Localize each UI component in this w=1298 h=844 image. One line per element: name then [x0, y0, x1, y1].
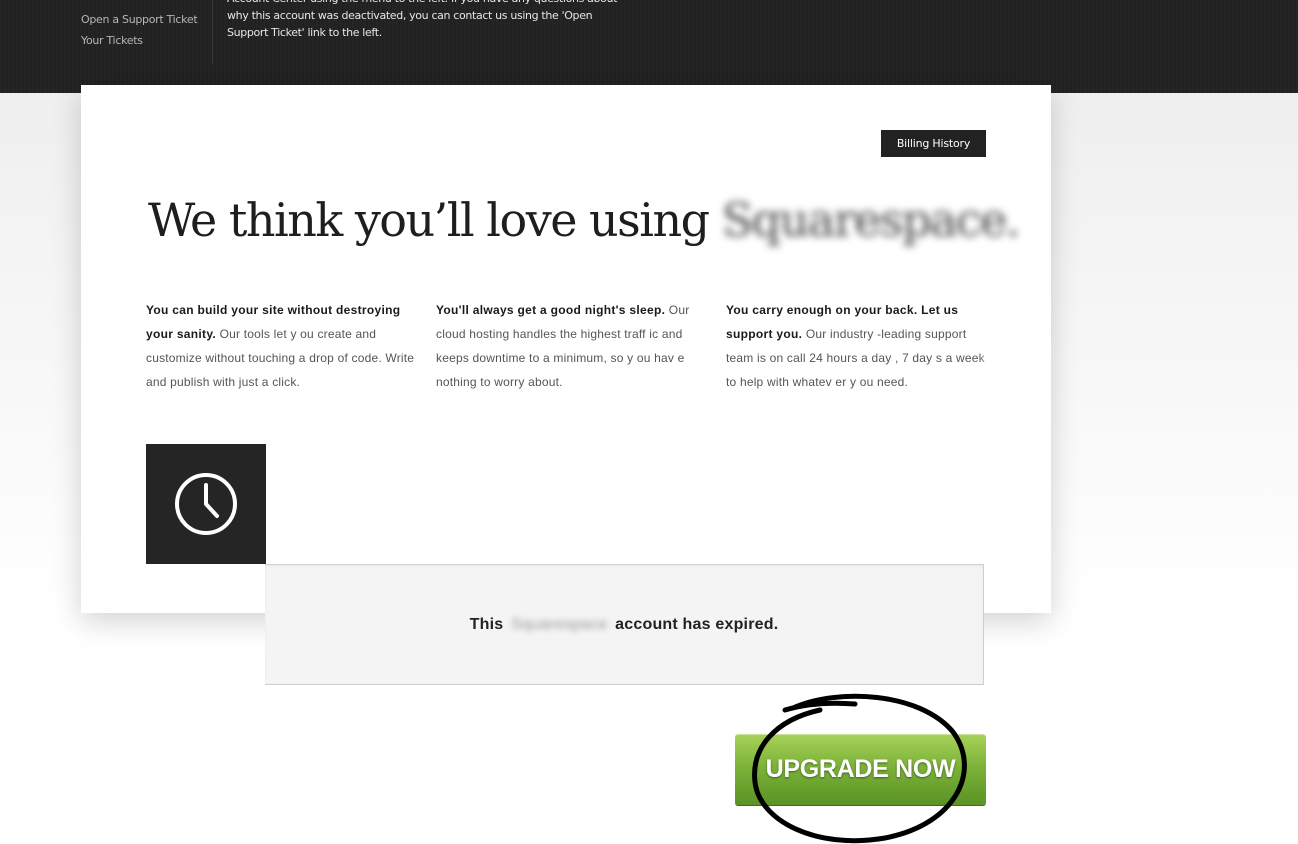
expired-prefix: This	[469, 615, 504, 633]
feature-title: You'll always get a good night's sleep.	[436, 303, 666, 317]
your-tickets-link[interactable]: Your Tickets	[81, 30, 197, 51]
headline-brand-blurred: Squarespace.	[721, 193, 1021, 247]
expired-tile	[146, 444, 266, 564]
top-bar: Open a Support Ticket Your Tickets Accou…	[0, 0, 1298, 93]
expired-suffix: account has expired.	[615, 615, 779, 633]
headline-text: We think you’ll love using	[148, 193, 710, 247]
deactivation-notice: Account Center using the menu to the lef…	[227, 0, 617, 39]
clock-icon	[175, 473, 237, 535]
expired-message: This Squarespace account has expired.	[470, 616, 779, 634]
upgrade-now-button[interactable]: UPGRADE NOW	[735, 734, 986, 805]
menu-divider	[212, 0, 213, 64]
account-side-menu: Open a Support Ticket Your Tickets	[81, 9, 198, 51]
open-support-ticket-link[interactable]: Open a Support Ticket	[81, 9, 198, 30]
page-headline: We think you’ll love using Squarespace.	[148, 193, 1021, 247]
feature-sleep: You'll always get a good night's sleep. …	[436, 298, 706, 394]
billing-history-button[interactable]: Billing History	[881, 130, 986, 157]
expired-brand-blurred: Squarespace	[511, 615, 608, 633]
expired-message-box: This Squarespace account has expired.	[265, 564, 984, 685]
feature-build: You can build your site without destroyi…	[146, 298, 416, 394]
feature-support: You carry enough on your back. Let us su…	[726, 298, 1008, 398]
upgrade-card: Billing History We think you’ll love usi…	[81, 85, 1051, 613]
